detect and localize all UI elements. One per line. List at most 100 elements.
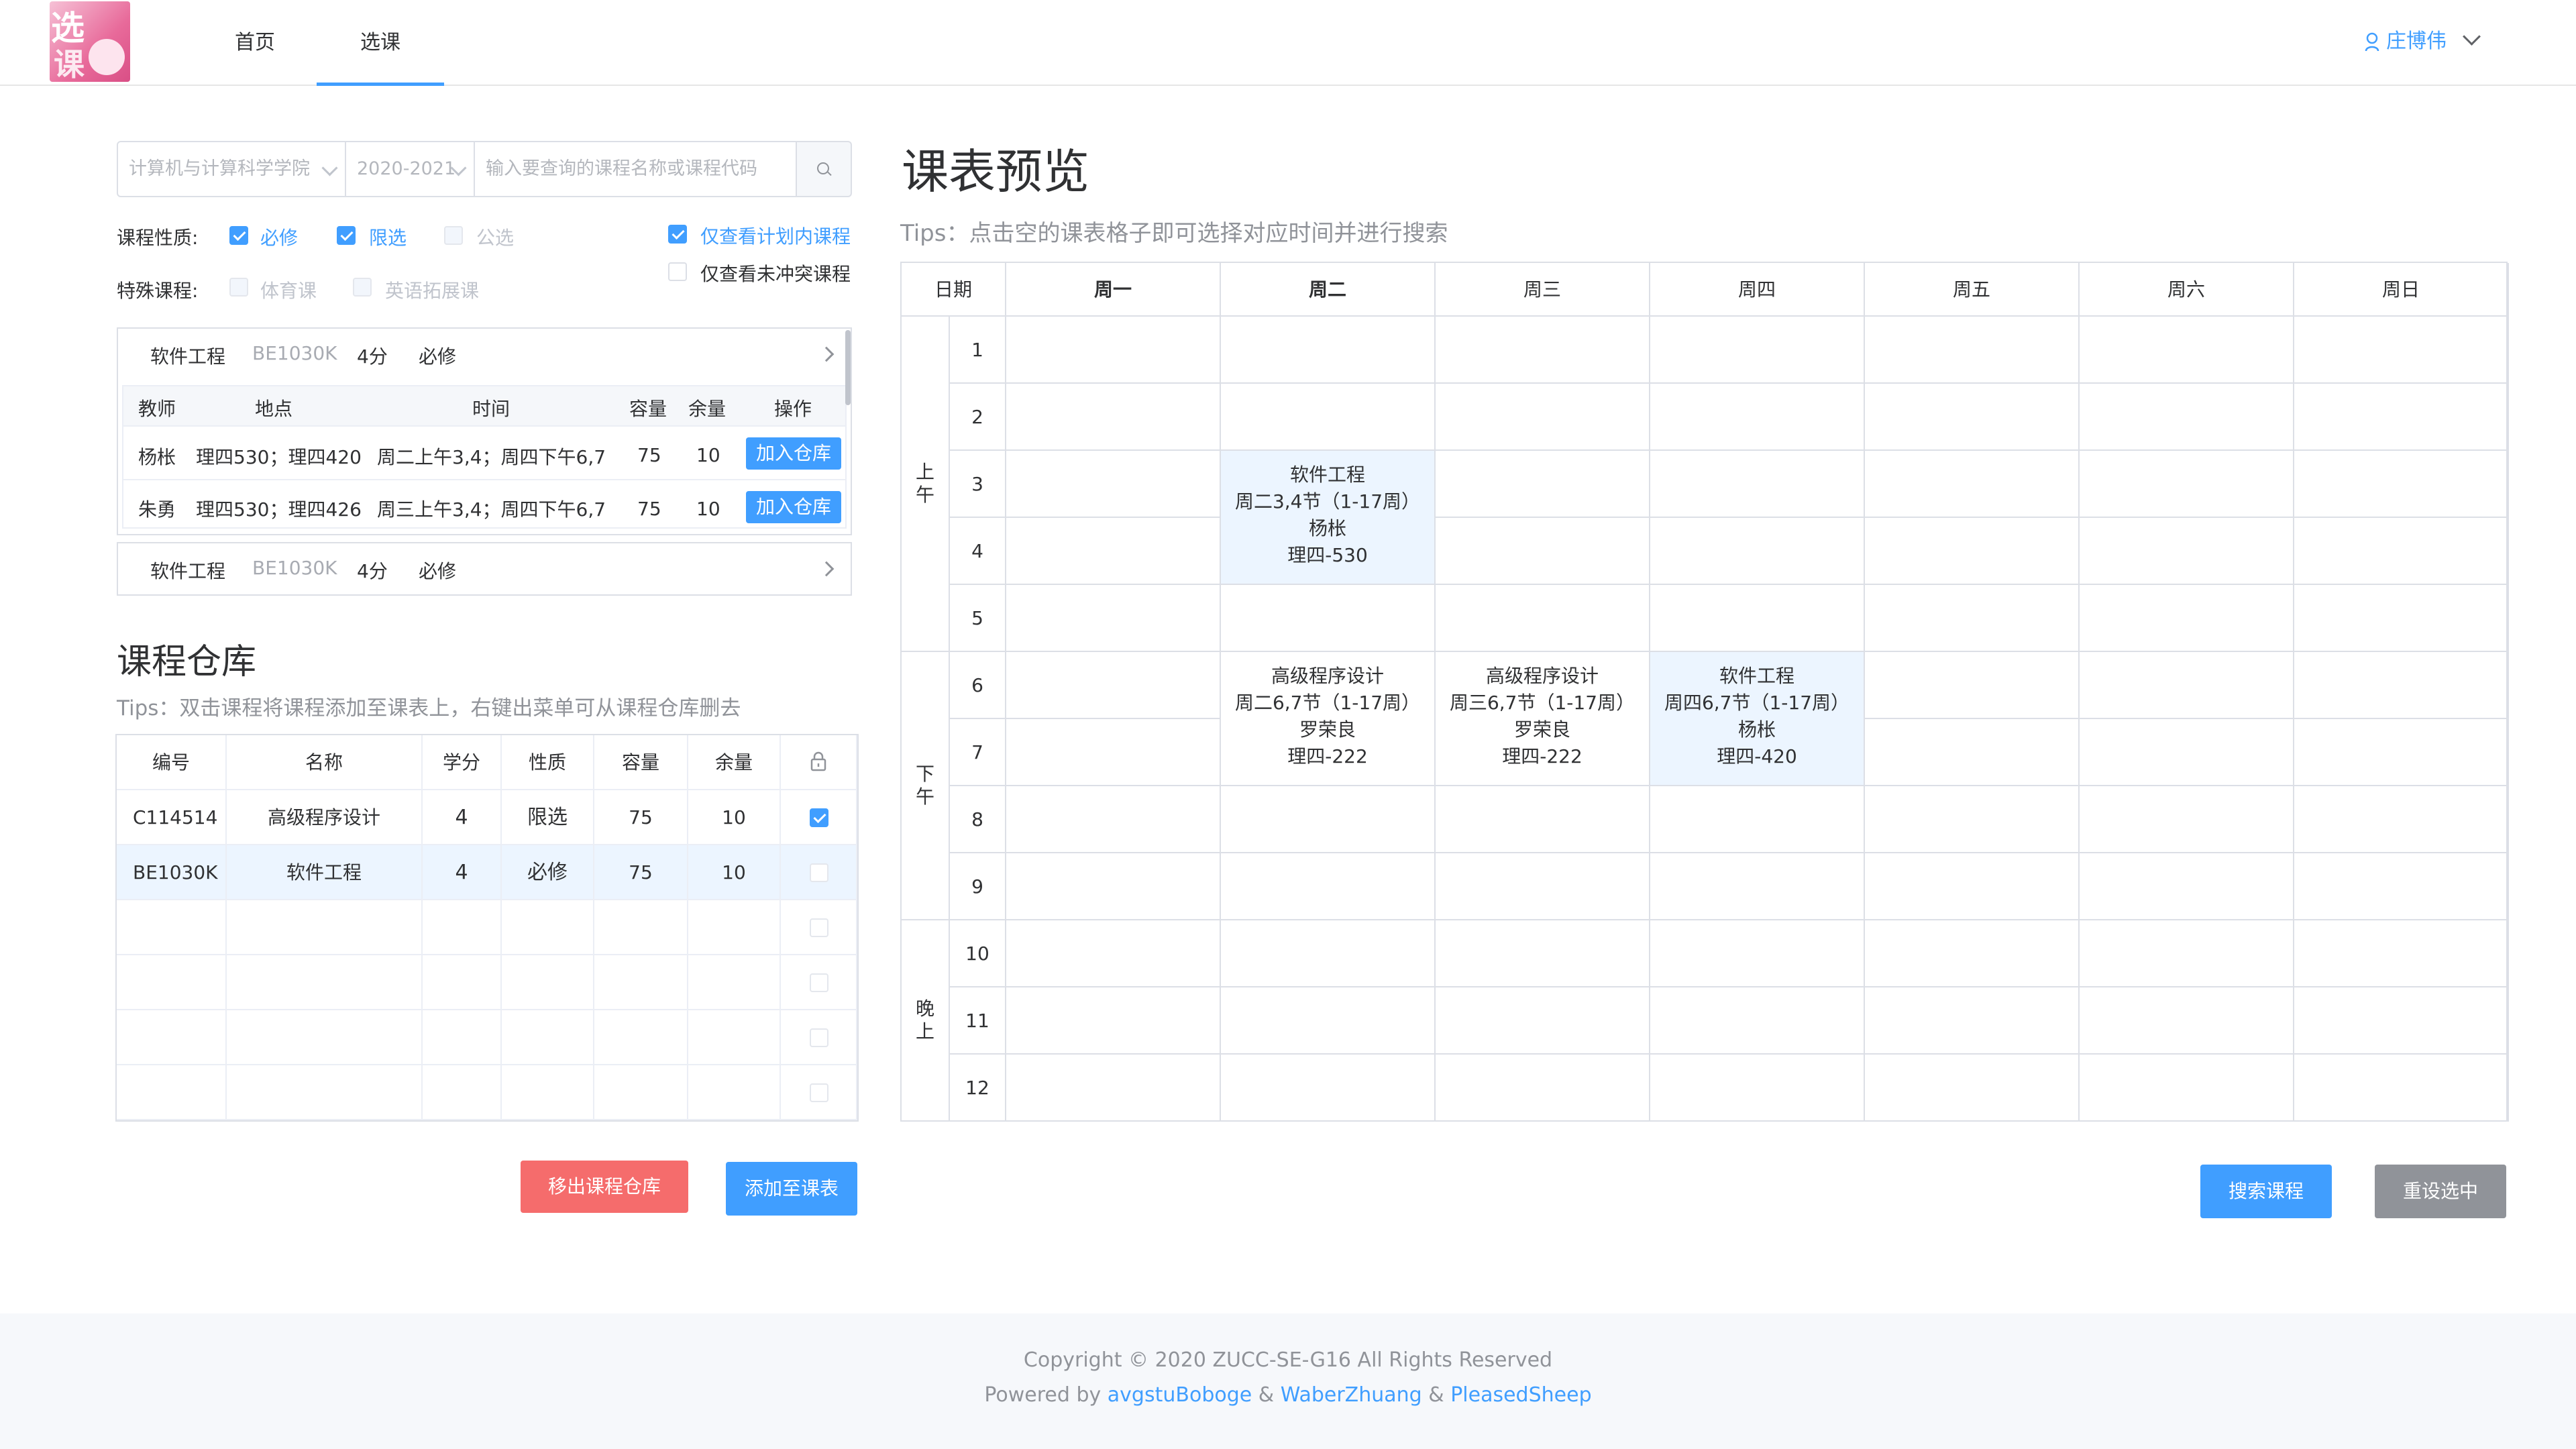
schedule-cell[interactable] <box>1650 1055 1865 1122</box>
schedule-cell[interactable] <box>1006 920 1221 987</box>
schedule-cell[interactable] <box>1436 853 1650 920</box>
checkbox-english[interactable] <box>353 278 372 297</box>
schedule-cell[interactable] <box>1006 518 1221 585</box>
schedule-cell[interactable] <box>2294 786 2509 853</box>
schedule-cell[interactable] <box>2080 920 2294 987</box>
schedule-cell[interactable] <box>1865 384 2080 451</box>
schedule-cell[interactable] <box>1006 1055 1221 1122</box>
schedule-cell[interactable] <box>1865 1055 2080 1122</box>
schedule-cell[interactable] <box>1650 920 1865 987</box>
schedule-cell[interactable] <box>2294 1055 2509 1122</box>
schedule-cell[interactable] <box>1436 1055 1650 1122</box>
year-select[interactable]: 2020-2021 <box>345 141 475 197</box>
schedule-course-block[interactable]: 高级程序设计 周二6,7节（1-17周） 罗荣良 理四-222 <box>1221 652 1436 786</box>
warehouse-row-checkbox[interactable] <box>810 1083 828 1102</box>
schedule-cell[interactable] <box>1221 987 1436 1055</box>
schedule-cell[interactable] <box>1006 786 1221 853</box>
schedule-cell[interactable] <box>2080 853 2294 920</box>
schedule-course-block[interactable]: 软件工程 周二3,4节（1-17周） 杨枨 理四-530 <box>1221 451 1436 585</box>
schedule-cell[interactable] <box>1221 920 1436 987</box>
schedule-course-block[interactable]: 软件工程 周四6,7节（1-17周） 杨枨 理四-420 <box>1650 652 1865 786</box>
schedule-cell[interactable] <box>1006 585 1221 652</box>
schedule-cell[interactable] <box>2294 451 2509 518</box>
schedule-cell[interactable] <box>2294 719 2509 786</box>
course-search-input[interactable]: 输入要查询的课程名称或课程代码 <box>474 141 797 197</box>
checkbox-plan-only[interactable] <box>668 225 687 244</box>
search-button[interactable] <box>796 141 852 197</box>
schedule-cell[interactable] <box>1221 853 1436 920</box>
schedule-cell[interactable] <box>2294 585 2509 652</box>
add-to-warehouse-button[interactable]: 加入仓库 <box>746 491 841 523</box>
schedule-cell[interactable] <box>1865 920 2080 987</box>
warehouse-row-checkbox[interactable] <box>810 918 828 937</box>
schedule-cell[interactable] <box>1221 585 1436 652</box>
schedule-cell[interactable] <box>1436 987 1650 1055</box>
schedule-cell[interactable] <box>1436 518 1650 585</box>
schedule-cell[interactable] <box>1865 853 2080 920</box>
schedule-cell[interactable] <box>1865 786 2080 853</box>
checkbox-limited-label[interactable]: 限选 <box>369 223 407 250</box>
schedule-cell[interactable] <box>1006 652 1221 719</box>
add-to-warehouse-button[interactable]: 加入仓库 <box>746 437 841 470</box>
author-link[interactable]: PleasedSheep <box>1450 1383 1591 1407</box>
warehouse-row-checkbox[interactable] <box>810 863 828 882</box>
checkbox-plan-only-label[interactable]: 仅查看计划内课程 <box>700 222 851 249</box>
schedule-cell[interactable] <box>1436 384 1650 451</box>
schedule-cell[interactable] <box>2294 853 2509 920</box>
schedule-cell[interactable] <box>1006 853 1221 920</box>
nav-course-selection[interactable]: 选课 <box>317 0 444 86</box>
schedule-cell[interactable] <box>1650 987 1865 1055</box>
schedule-cell[interactable] <box>1006 987 1221 1055</box>
schedule-cell[interactable] <box>1221 786 1436 853</box>
schedule-cell[interactable] <box>1650 853 1865 920</box>
schedule-cell[interactable] <box>2080 451 2294 518</box>
schedule-cell[interactable] <box>1221 1055 1436 1122</box>
schedule-cell[interactable] <box>1865 518 2080 585</box>
schedule-course-block[interactable]: 高级程序设计 周三6,7节（1-17周） 罗荣良 理四-222 <box>1436 652 1650 786</box>
college-select[interactable]: 计算机与计算科学学院 <box>117 141 346 197</box>
schedule-cell[interactable] <box>1865 719 2080 786</box>
warehouse-row-checkbox[interactable] <box>810 973 828 992</box>
schedule-cell[interactable] <box>2080 786 2294 853</box>
schedule-cell[interactable] <box>2294 920 2509 987</box>
schedule-cell[interactable] <box>1865 987 2080 1055</box>
warehouse-row-checkbox[interactable] <box>810 1028 828 1047</box>
schedule-cell[interactable] <box>1436 317 1650 384</box>
schedule-cell[interactable] <box>1221 384 1436 451</box>
results-scrollbar[interactable] <box>845 330 851 405</box>
warehouse-row-checkbox[interactable] <box>810 808 828 827</box>
schedule-cell[interactable] <box>2080 317 2294 384</box>
schedule-cell[interactable] <box>1865 652 2080 719</box>
schedule-cell[interactable] <box>1006 719 1221 786</box>
author-link[interactable]: avgstuBoboge <box>1108 1383 1252 1407</box>
schedule-cell[interactable] <box>1650 317 1865 384</box>
schedule-cell[interactable] <box>1650 518 1865 585</box>
schedule-cell[interactable] <box>1865 451 2080 518</box>
schedule-cell[interactable] <box>1650 786 1865 853</box>
schedule-cell[interactable] <box>1650 585 1865 652</box>
schedule-cell[interactable] <box>1650 384 1865 451</box>
add-to-schedule-button[interactable]: 添加至课表 <box>726 1162 857 1216</box>
schedule-cell[interactable] <box>2294 518 2509 585</box>
checkbox-no-conflict-label[interactable]: 仅查看未冲突课程 <box>700 260 851 286</box>
schedule-cell[interactable] <box>1650 451 1865 518</box>
site-logo[interactable]: 选课 <box>50 1 130 82</box>
checkbox-limited[interactable] <box>337 226 356 245</box>
schedule-cell[interactable] <box>2080 384 2294 451</box>
checkbox-required[interactable] <box>229 226 248 245</box>
schedule-cell[interactable] <box>2294 987 2509 1055</box>
schedule-cell[interactable] <box>1865 585 2080 652</box>
schedule-cell[interactable] <box>2080 987 2294 1055</box>
schedule-cell[interactable] <box>1436 451 1650 518</box>
checkbox-pe[interactable] <box>229 278 248 297</box>
schedule-cell[interactable] <box>1436 585 1650 652</box>
schedule-cell[interactable] <box>1221 317 1436 384</box>
author-link[interactable]: WaberZhuang <box>1281 1383 1422 1407</box>
remove-from-warehouse-button[interactable]: 移出课程仓库 <box>521 1161 688 1213</box>
schedule-cell[interactable] <box>2080 1055 2294 1122</box>
user-menu[interactable]: 庄博伟 <box>2365 0 2481 86</box>
schedule-cell[interactable] <box>1006 384 1221 451</box>
schedule-cell[interactable] <box>1006 317 1221 384</box>
checkbox-required-label[interactable]: 必修 <box>260 223 298 250</box>
schedule-cell[interactable] <box>2294 652 2509 719</box>
